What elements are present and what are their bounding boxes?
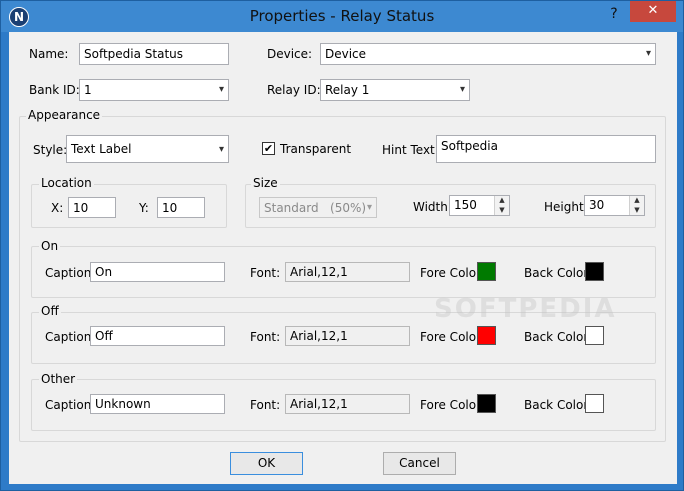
window-title: Properties - Relay Status xyxy=(249,7,435,25)
relay-id-label: Relay ID: xyxy=(267,83,321,97)
size-preset-value: Standard (50%) xyxy=(264,201,367,215)
state-other-title: Other xyxy=(39,372,78,386)
width-label: Width: xyxy=(413,200,452,214)
chevron-down-icon: ▾ xyxy=(366,202,372,213)
other-caption-input[interactable]: Unknown xyxy=(90,394,225,414)
name-label: Name: xyxy=(29,47,69,61)
hint-text-input[interactable]: Softpedia xyxy=(436,135,656,163)
off-back-color-swatch[interactable] xyxy=(585,326,604,345)
on-font-field[interactable]: Arial,12,1 xyxy=(285,262,410,282)
location-y-input[interactable]: 10 xyxy=(157,197,205,218)
state-on-title: On xyxy=(39,239,61,253)
bank-id-value: 1 xyxy=(84,83,92,97)
style-select[interactable]: Text Label ▾ xyxy=(66,135,229,163)
caption-label: Caption: xyxy=(45,266,96,280)
back-color-label: Back Color: xyxy=(524,330,593,344)
close-button[interactable]: ✕ xyxy=(630,1,676,22)
other-font-field[interactable]: Arial,12,1 xyxy=(285,394,410,414)
relay-id-value: Relay 1 xyxy=(325,83,370,97)
appearance-title: Appearance xyxy=(26,108,103,122)
ok-button[interactable]: OK xyxy=(230,452,303,475)
off-fore-color-swatch[interactable] xyxy=(477,326,496,345)
width-spin-arrows[interactable]: ▲ ▼ xyxy=(494,196,509,215)
spin-up-icon[interactable]: ▲ xyxy=(630,196,644,206)
font-label: Font: xyxy=(250,330,281,344)
dialog-body: Name: Softpedia Status Device: Device ▾ … xyxy=(9,32,677,484)
device-select-value: Device xyxy=(325,47,367,61)
on-caption-input[interactable]: On xyxy=(90,262,225,282)
name-input[interactable]: Softpedia Status xyxy=(79,43,229,65)
style-value: Text Label xyxy=(71,142,132,156)
device-label: Device: xyxy=(267,47,313,61)
title-bar[interactable]: N Properties - Relay Status ? ✕ xyxy=(1,1,683,32)
style-label: Style: xyxy=(33,143,68,157)
fore-color-label: Fore Color: xyxy=(420,398,485,412)
cancel-button[interactable]: Cancel xyxy=(383,452,456,475)
height-label: Height: xyxy=(544,200,588,214)
on-fore-color-swatch[interactable] xyxy=(477,262,496,281)
other-back-color-swatch[interactable] xyxy=(585,394,604,413)
chevron-down-icon: ▾ xyxy=(459,84,465,95)
other-fore-color-swatch[interactable] xyxy=(477,394,496,413)
off-caption-input[interactable]: Off xyxy=(90,326,225,346)
fore-color-label: Fore Color: xyxy=(420,266,485,280)
chevron-down-icon: ▾ xyxy=(218,84,224,95)
help-button[interactable]: ? xyxy=(605,6,623,26)
location-x-input[interactable]: 10 xyxy=(68,197,116,218)
font-label: Font: xyxy=(250,398,281,412)
spin-down-icon[interactable]: ▼ xyxy=(495,206,509,216)
spin-down-icon[interactable]: ▼ xyxy=(630,206,644,216)
chevron-down-icon: ▾ xyxy=(645,48,651,59)
device-select[interactable]: Device ▾ xyxy=(320,43,656,65)
transparent-checkbox[interactable]: ✔ xyxy=(262,142,275,155)
relay-id-select[interactable]: Relay 1 ▾ xyxy=(320,79,470,101)
size-preset-select: Standard (50%) ▾ xyxy=(259,197,377,218)
width-value: 150 xyxy=(454,198,477,212)
chevron-down-icon: ▾ xyxy=(218,144,224,155)
width-spinner[interactable]: 150 ▲ ▼ xyxy=(449,195,510,216)
properties-dialog: N Properties - Relay Status ? ✕ Name: So… xyxy=(0,0,684,491)
off-font-field[interactable]: Arial,12,1 xyxy=(285,326,410,346)
location-x-label: X: xyxy=(51,201,64,215)
spin-up-icon[interactable]: ▲ xyxy=(495,196,509,206)
height-value: 30 xyxy=(589,198,605,212)
location-y-label: Y: xyxy=(139,201,149,215)
on-back-color-swatch[interactable] xyxy=(585,262,604,281)
back-color-label: Back Color: xyxy=(524,266,593,280)
size-title: Size xyxy=(251,176,280,190)
height-spinner[interactable]: 30 ▲ ▼ xyxy=(584,195,645,216)
font-label: Font: xyxy=(250,266,281,280)
transparent-label: Transparent xyxy=(280,142,352,156)
height-spin-arrows[interactable]: ▲ ▼ xyxy=(629,196,644,215)
bank-id-label: Bank ID: xyxy=(29,83,80,97)
caption-label: Caption: xyxy=(45,330,96,344)
location-title: Location xyxy=(39,176,94,190)
state-off-title: Off xyxy=(39,304,61,318)
caption-label: Caption: xyxy=(45,398,96,412)
hint-text-label: Hint Text: xyxy=(382,143,439,157)
bank-id-select[interactable]: 1 ▾ xyxy=(79,79,229,101)
back-color-label: Back Color: xyxy=(524,398,593,412)
fore-color-label: Fore Color: xyxy=(420,330,485,344)
